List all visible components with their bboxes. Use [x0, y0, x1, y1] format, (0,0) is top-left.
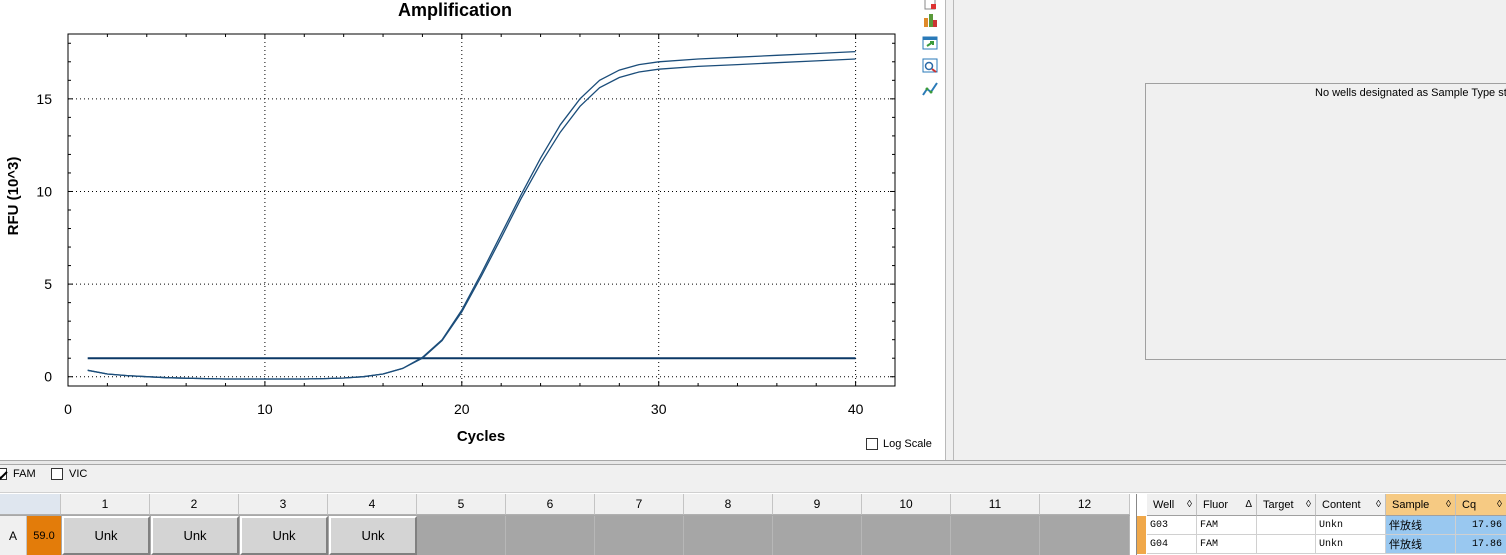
plate-column-header[interactable]: 11 [951, 494, 1040, 515]
cell-fluor[interactable]: FAM [1197, 535, 1257, 554]
log-scale-checkbox[interactable] [866, 438, 878, 450]
column-header-label: Cq [1462, 498, 1477, 511]
plate-well[interactable] [595, 516, 684, 555]
plate-well[interactable]: Unk [151, 516, 239, 555]
x-tick-label: 30 [651, 401, 667, 417]
y-tick-label: 5 [44, 276, 52, 292]
sort-icon: ◊ [1187, 499, 1192, 510]
fluor-vic-toggle[interactable]: VIC [51, 468, 87, 480]
row-marker[interactable] [1137, 516, 1146, 535]
sort-icon: ◊ [1376, 499, 1381, 510]
plate-column-header[interactable]: 8 [684, 494, 773, 515]
column-header-label: Fluor [1203, 498, 1229, 511]
x-tick-label: 0 [64, 401, 72, 417]
cell-target[interactable] [1257, 535, 1316, 554]
plate-corner-header[interactable] [0, 494, 61, 515]
plate-column-header[interactable]: 4 [328, 494, 417, 515]
plate-well[interactable] [1040, 516, 1130, 555]
app-window: 0 10 20 30 40 0 5 10 15 Amplification Cycles RFU (1… [0, 0, 1506, 555]
column-header-sample[interactable]: Sample ◊ [1386, 494, 1456, 516]
y-tick-label: 10 [36, 183, 52, 199]
log-scale-toggle[interactable]: Log Scale [866, 438, 932, 450]
fluor-vic-label: VIC [69, 468, 88, 480]
plate-well[interactable]: Unk [240, 516, 328, 555]
column-header-label: Sample [1392, 498, 1430, 511]
plate-column-header[interactable]: 6 [506, 494, 595, 515]
chart-toolbar [921, 0, 941, 110]
log-scale-label: Log Scale [883, 438, 932, 450]
fluor-fam-checkbox[interactable] [0, 468, 7, 480]
vertical-splitter[interactable] [945, 0, 954, 460]
standard-curve-box: No wells designated as Sample Type sta [1145, 83, 1506, 360]
plate-column-header[interactable]: 5 [417, 494, 506, 515]
x-tick-label: 20 [454, 401, 470, 417]
plate-row-temperature: 59.0 [27, 516, 61, 555]
plate-column-header[interactable]: 1 [61, 494, 150, 515]
fluor-selector: FAM VIC [0, 465, 1506, 493]
column-header-fluor[interactable]: Fluor Δ [1197, 494, 1257, 516]
plate-column-header[interactable]: 3 [239, 494, 328, 515]
column-header-label: Well [1153, 498, 1175, 511]
fluor-fam-toggle[interactable]: FAM [0, 468, 36, 480]
well-results-table: Well ◊ Fluor Δ Target ◊ Content ◊ Sample ◊ Cq… [1136, 494, 1506, 555]
plate-row-header[interactable]: A [0, 516, 27, 555]
y-tick-label: 0 [44, 369, 52, 385]
plate-column-header[interactable]: 12 [1040, 494, 1130, 515]
amplification-chart-panel: 0 10 20 30 40 0 5 10 15 Amplification Cycles RFU (1… [0, 0, 945, 460]
column-header-label: Target [1263, 498, 1294, 511]
cell-target[interactable] [1257, 516, 1316, 535]
column-header-content[interactable]: Content ◊ [1316, 494, 1386, 516]
cell-well[interactable]: G04 [1147, 535, 1197, 554]
column-header-cq[interactable]: Cq ◊ [1456, 494, 1506, 516]
cell-cq[interactable]: 17.86 [1456, 535, 1506, 554]
plate-well[interactable] [506, 516, 595, 555]
amplification-chart: 0 10 20 30 40 0 5 10 15 Amplification Cycles RFU (1… [5, 0, 896, 445]
fluor-fam-label: FAM [13, 468, 36, 480]
plate-well[interactable] [951, 516, 1040, 555]
plate-column-header[interactable]: 10 [862, 494, 951, 515]
plate-well[interactable] [684, 516, 773, 555]
cell-cq[interactable]: 17.96 [1456, 516, 1506, 535]
x-tick-label: 40 [848, 401, 864, 417]
column-header-well[interactable]: Well ◊ [1147, 494, 1197, 516]
plate-well[interactable] [773, 516, 862, 555]
plate-column-header[interactable]: 7 [595, 494, 684, 515]
column-header-target[interactable]: Target ◊ [1257, 494, 1316, 516]
plate-column-header[interactable]: 2 [150, 494, 239, 515]
plate-well[interactable] [862, 516, 951, 555]
chart-bar-icon[interactable] [921, 11, 939, 29]
cell-content[interactable]: Unkn [1316, 516, 1386, 535]
cell-sample[interactable]: 伴放线 [1386, 516, 1456, 535]
chart-title: Amplification [398, 0, 512, 20]
plate-grid: 1 2 3 4 5 6 7 8 9 10 11 12 A 59.0 Unk Un… [0, 494, 1130, 555]
zoom-icon[interactable] [921, 57, 939, 75]
fluor-vic-checkbox[interactable] [51, 468, 63, 480]
y-axis-label: RFU (10^3) [5, 157, 22, 236]
sort-icon: Δ [1245, 499, 1252, 510]
row-marker[interactable] [1137, 535, 1146, 554]
column-header-label: Content [1322, 498, 1361, 511]
export-icon[interactable] [921, 34, 939, 52]
sort-icon: ◊ [1446, 499, 1451, 510]
sort-icon: ◊ [1306, 499, 1311, 510]
cell-content[interactable]: Unkn [1316, 535, 1386, 554]
cell-fluor[interactable]: FAM [1197, 516, 1257, 535]
y-tick-label: 15 [36, 91, 52, 107]
x-axis-label: Cycles [457, 428, 505, 445]
cell-well[interactable]: G03 [1147, 516, 1197, 535]
plate-column-header[interactable]: 9 [773, 494, 862, 515]
plate-well[interactable]: Unk [62, 516, 150, 555]
standard-curve-message: No wells designated as Sample Type sta [1315, 87, 1506, 99]
sort-icon: ◊ [1497, 499, 1502, 510]
plot-area [67, 33, 896, 387]
line-chart-icon[interactable] [921, 80, 939, 98]
plate-well[interactable]: Unk [329, 516, 417, 555]
plate-well[interactable] [417, 516, 506, 555]
x-tick-label: 10 [257, 401, 273, 417]
cell-sample[interactable]: 伴放线 [1386, 535, 1456, 554]
